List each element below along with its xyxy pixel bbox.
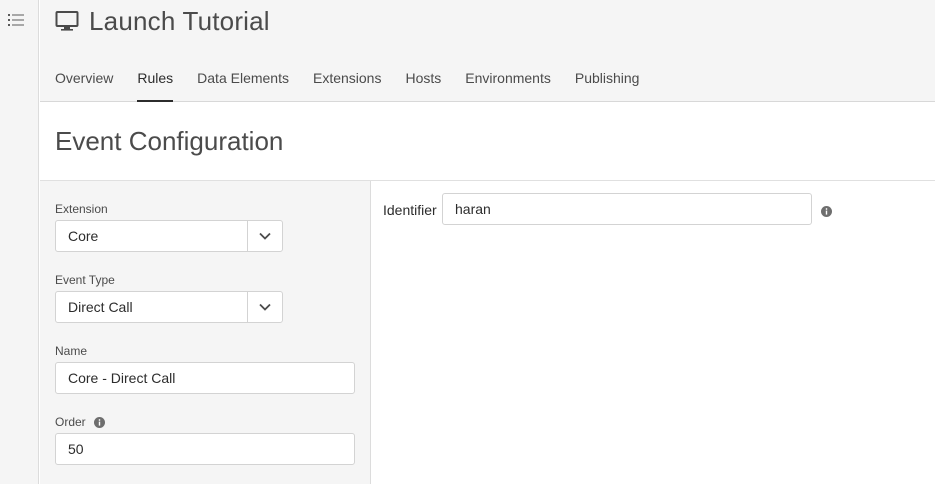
tab-bar: Overview Rules Data Elements Extensions … bbox=[55, 66, 663, 102]
order-label: Order bbox=[55, 415, 105, 429]
chevron-down-icon[interactable] bbox=[247, 221, 282, 251]
event-type-select[interactable]: Direct Call bbox=[55, 291, 283, 323]
event-settings-panel: Identifier bbox=[371, 181, 935, 484]
order-field[interactable] bbox=[55, 433, 355, 465]
order-label-text: Order bbox=[55, 415, 86, 429]
tab-data-elements[interactable]: Data Elements bbox=[197, 66, 289, 102]
info-icon[interactable] bbox=[93, 416, 105, 428]
extension-select[interactable]: Core bbox=[55, 220, 283, 252]
tab-environments[interactable]: Environments bbox=[465, 66, 551, 102]
extension-label: Extension bbox=[55, 202, 108, 216]
page-title: Event Configuration bbox=[55, 126, 284, 156]
chevron-down-icon[interactable] bbox=[247, 292, 282, 322]
tab-extensions[interactable]: Extensions bbox=[313, 66, 381, 102]
identifier-label: Identifier bbox=[383, 202, 437, 218]
monitor-icon bbox=[55, 9, 79, 33]
event-type-label: Event Type bbox=[55, 273, 115, 287]
identifier-field[interactable] bbox=[442, 193, 812, 225]
property-title: Launch Tutorial bbox=[89, 5, 270, 36]
name-label: Name bbox=[55, 344, 88, 358]
tab-rules[interactable]: Rules bbox=[137, 66, 173, 102]
info-icon[interactable] bbox=[821, 204, 832, 217]
property-title-row: Launch Tutorial bbox=[55, 6, 270, 36]
tab-hosts[interactable]: Hosts bbox=[405, 66, 441, 102]
event-type-select-value: Direct Call bbox=[68, 299, 133, 315]
tab-overview[interactable]: Overview bbox=[55, 66, 113, 102]
left-rail bbox=[0, 0, 39, 484]
extension-select-value: Core bbox=[68, 228, 99, 244]
name-field[interactable] bbox=[55, 362, 355, 394]
event-config-panel: Extension Core Event Type Direct Call Na… bbox=[40, 181, 371, 484]
list-menu-icon[interactable] bbox=[8, 12, 24, 28]
property-header: Launch Tutorial Overview Rules Data Elem… bbox=[40, 0, 935, 102]
section-header: Event Configuration bbox=[40, 102, 935, 181]
tab-publishing[interactable]: Publishing bbox=[575, 66, 640, 102]
